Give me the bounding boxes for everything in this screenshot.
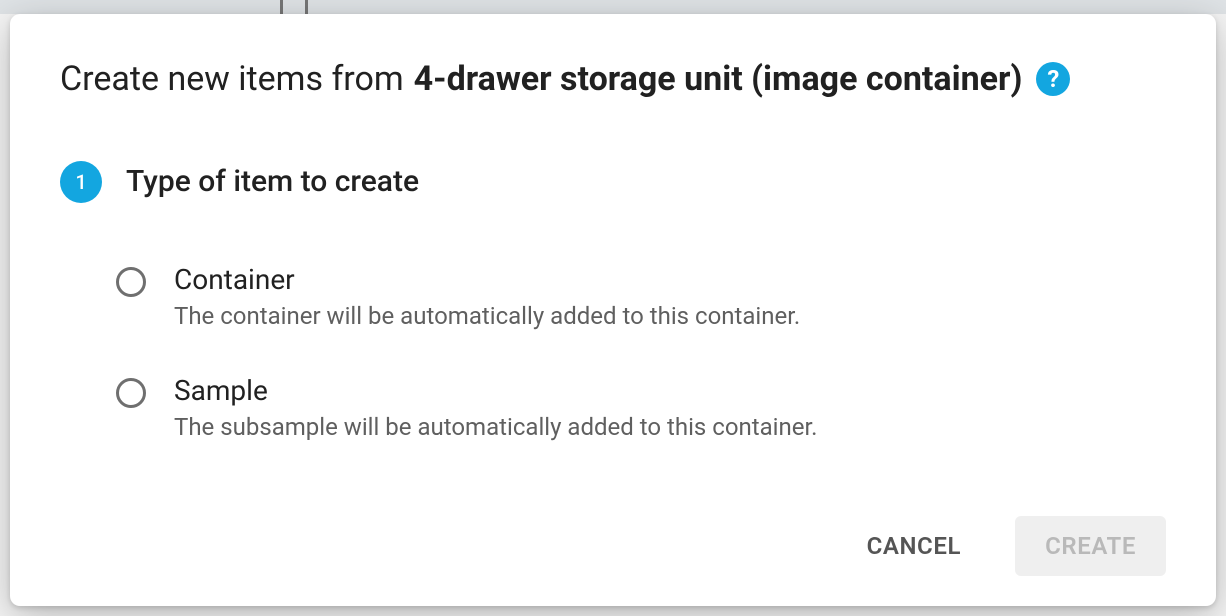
create-button[interactable]: CREATE [1015, 516, 1166, 576]
dialog-title-prefix: Create new items from [60, 58, 404, 101]
option-sample-title: Sample [174, 374, 818, 407]
dialog-title: Create new items from 4-drawer storage u… [60, 58, 1166, 101]
dialog-actions: CANCEL CREATE [60, 486, 1166, 576]
option-container-description: The container will be automatically adde… [174, 302, 800, 330]
item-type-options: Container The container will be automati… [116, 263, 1166, 441]
option-container[interactable]: Container The container will be automati… [116, 263, 1166, 330]
option-sample-text: Sample The subsample will be automatical… [174, 374, 818, 441]
create-items-dialog: Create new items from 4-drawer storage u… [10, 14, 1216, 606]
help-icon[interactable]: ? [1036, 62, 1070, 96]
cancel-button[interactable]: CANCEL [837, 516, 992, 576]
step-header: 1 Type of item to create [60, 161, 1166, 203]
radio-unchecked-icon[interactable] [116, 378, 146, 408]
option-container-text: Container The container will be automati… [174, 263, 800, 330]
option-sample-description: The subsample will be automatically adde… [174, 413, 818, 441]
dialog-title-subject: 4-drawer storage unit (image container) [414, 58, 1023, 101]
radio-unchecked-icon[interactable] [116, 267, 146, 297]
step-label: Type of item to create [126, 164, 419, 199]
step-number-badge: 1 [60, 161, 102, 203]
option-container-title: Container [174, 263, 800, 296]
option-sample[interactable]: Sample The subsample will be automatical… [116, 374, 1166, 441]
background-top-strip [0, 0, 1226, 14]
